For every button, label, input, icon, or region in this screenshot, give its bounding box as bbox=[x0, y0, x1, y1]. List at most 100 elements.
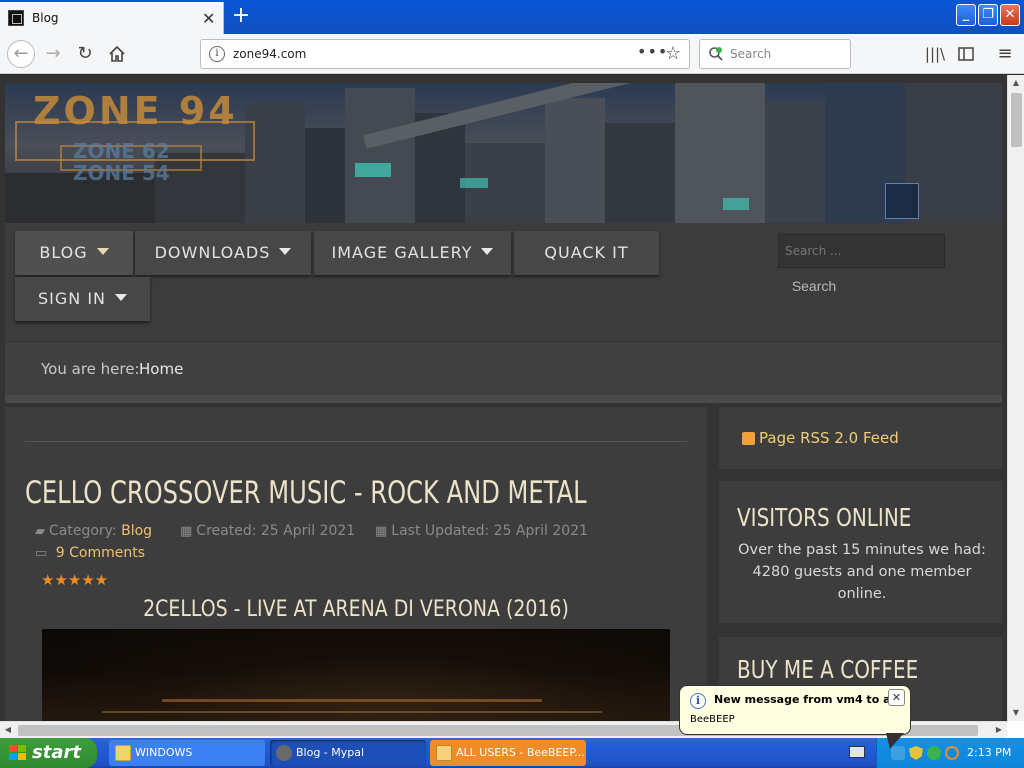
nav-item-sign-in[interactable]: SIGN IN bbox=[15, 277, 150, 321]
window-close-button[interactable]: ✕ bbox=[1000, 4, 1020, 26]
video-scene-lights bbox=[162, 699, 542, 702]
rss-icon bbox=[742, 432, 755, 445]
bookmark-star-icon[interactable]: ☆ bbox=[665, 43, 681, 64]
folder-icon bbox=[115, 745, 131, 761]
vertical-scrollbar[interactable]: ▲ ▼ bbox=[1007, 75, 1024, 721]
comment-icon: ▭ bbox=[35, 546, 48, 561]
notification-body: BeeBEEP bbox=[690, 714, 735, 725]
close-tab-icon[interactable]: ✕ bbox=[202, 9, 215, 28]
article-created: ▦ Created: 25 April 2021 bbox=[180, 523, 355, 539]
video-scene bbox=[42, 669, 670, 721]
category-label: Category: bbox=[49, 523, 117, 539]
article-category: ▰ Category: Blog bbox=[35, 523, 152, 539]
site-search-input[interactable] bbox=[778, 234, 945, 268]
banner-building bbox=[605, 123, 675, 223]
tab-blog[interactable]: Blog ✕ bbox=[0, 2, 224, 34]
shield-icon[interactable] bbox=[909, 746, 923, 760]
banner-building bbox=[305, 128, 345, 223]
video-player[interactable] bbox=[42, 629, 670, 721]
hamburger-icon: ≡ bbox=[997, 43, 1013, 64]
scroll-up-arrow-icon[interactable]: ▲ bbox=[1008, 75, 1024, 91]
keyboard-icon[interactable] bbox=[849, 746, 865, 758]
calendar-icon: ▦ bbox=[180, 524, 193, 539]
banner-sign bbox=[355, 163, 391, 177]
rating-stars[interactable]: ★★★★★ bbox=[41, 571, 108, 589]
tab-title: Blog bbox=[32, 11, 59, 25]
url-text[interactable]: zone94.com bbox=[233, 47, 306, 61]
window-minimize-button[interactable]: _ bbox=[956, 4, 976, 26]
rss-feed-link[interactable]: Page RSS 2.0 Feed bbox=[759, 429, 899, 447]
scroll-down-arrow-icon[interactable]: ▼ bbox=[1008, 705, 1024, 721]
nav-item-label: IMAGE GALLERY bbox=[331, 243, 473, 262]
reload-button[interactable]: ↻ bbox=[72, 41, 98, 67]
forward-button[interactable]: → bbox=[40, 41, 66, 67]
search-engine-icon[interactable] bbox=[708, 46, 724, 62]
taskbar: start WINDOWS Blog - Mypal ALL USERS - B… bbox=[0, 738, 1024, 768]
visitors-title: VISITORS ONLINE bbox=[737, 503, 912, 532]
caret-down-icon bbox=[279, 248, 292, 255]
page-viewport: ZONE 94 ZONE 62 ZONE 54 BLOG DOWNLOADS I… bbox=[0, 75, 1007, 721]
visitors-text: Over the past 15 minutes we had: 4280 gu… bbox=[738, 542, 986, 602]
banner-sign bbox=[460, 178, 488, 188]
task-beebeep[interactable]: ALL USERS - BeeBEEP... bbox=[430, 740, 586, 766]
chat-icon bbox=[436, 745, 452, 761]
page-actions-icon[interactable]: ••• bbox=[637, 42, 668, 61]
address-bar[interactable]: i zone94.com ••• ☆ bbox=[200, 39, 690, 69]
banner-building bbox=[765, 103, 825, 223]
browser-search-box[interactable] bbox=[699, 39, 851, 69]
site-search-button[interactable]: Search bbox=[778, 269, 850, 303]
window-restore-button[interactable]: ❐ bbox=[978, 4, 998, 26]
sidebar-toggle-button[interactable] bbox=[953, 41, 979, 67]
video-title: 2CELLOS - LIVE AT ARENA DI VERONA (2016) bbox=[143, 597, 569, 622]
task-blog-mypal[interactable]: Blog - Mypal bbox=[270, 740, 426, 766]
nav-item-blog[interactable]: BLOG bbox=[15, 231, 133, 275]
scroll-left-arrow-icon[interactable]: ◀ bbox=[0, 722, 16, 738]
library-button[interactable]: |||\ bbox=[922, 41, 948, 67]
browser-search-input[interactable] bbox=[730, 40, 846, 68]
menu-button[interactable]: ≡ bbox=[992, 41, 1018, 67]
notification-close-button[interactable]: ✕ bbox=[888, 689, 905, 706]
clock[interactable]: 2:13 PM bbox=[967, 738, 1011, 768]
library-icon: |||\ bbox=[924, 45, 946, 63]
calendar-icon: ▦ bbox=[375, 524, 388, 539]
info-icon[interactable]: i bbox=[209, 46, 225, 62]
banner-screen bbox=[885, 183, 919, 219]
minimize-icon: _ bbox=[962, 7, 970, 22]
nav-item-image-gallery[interactable]: IMAGE GALLERY bbox=[314, 231, 511, 275]
site-logo[interactable]: ZONE 94 bbox=[33, 89, 238, 133]
caret-down-icon bbox=[96, 248, 109, 255]
restore-icon: ❐ bbox=[982, 7, 994, 22]
breadcrumb: You are here: Home bbox=[5, 341, 1002, 395]
article: CELLO CROSSOVER MUSIC - ROCK AND METAL ▰… bbox=[5, 407, 707, 721]
tab-strip: Blog ✕ + _ ❐ ✕ bbox=[0, 0, 1024, 34]
new-tab-button[interactable]: + bbox=[228, 4, 254, 30]
article-title[interactable]: CELLO CROSSOVER MUSIC - ROCK AND METAL bbox=[25, 475, 587, 511]
sidebar-icon bbox=[958, 47, 974, 61]
nav-item-downloads[interactable]: DOWNLOADS bbox=[135, 231, 311, 275]
task-label: Blog - Mypal bbox=[296, 746, 365, 759]
notification-balloon[interactable]: i New message from vm4 to all BeeBEEP ✕ bbox=[679, 685, 911, 735]
article-updated: ▦ Last Updated: 25 April 2021 bbox=[375, 523, 588, 539]
category-link[interactable]: Blog bbox=[121, 523, 152, 539]
home-button[interactable] bbox=[104, 41, 130, 67]
article-comments: ▭ 9 Comments bbox=[35, 545, 145, 561]
logo-subtitle: ZONE 54 bbox=[73, 161, 170, 185]
nav-item-label: QUACK IT bbox=[544, 243, 629, 262]
search-icon[interactable] bbox=[945, 746, 959, 760]
info-icon: i bbox=[690, 693, 706, 709]
vertical-scroll-thumb[interactable] bbox=[1011, 93, 1022, 147]
update-icon[interactable] bbox=[927, 746, 941, 760]
task-windows[interactable]: WINDOWS bbox=[109, 740, 265, 766]
nav-item-quack-it[interactable]: QUACK IT bbox=[514, 231, 659, 275]
visitors-module: VISITORS ONLINE Over the past 15 minutes… bbox=[719, 481, 1002, 623]
start-button[interactable]: start bbox=[0, 738, 97, 768]
reload-icon: ↻ bbox=[77, 43, 93, 64]
scroll-right-arrow-icon[interactable]: ▶ bbox=[991, 722, 1007, 738]
banner-building bbox=[675, 83, 765, 223]
comments-link[interactable]: 9 Comments bbox=[56, 545, 145, 561]
back-button[interactable]: ← bbox=[7, 40, 35, 68]
breadcrumb-current: Home bbox=[139, 360, 184, 378]
logo-subtitle: ZONE 62 bbox=[73, 139, 170, 163]
task-label: ALL USERS - BeeBEEP... bbox=[456, 746, 585, 759]
navigation-toolbar: ← → ↻ i zone94.com ••• ☆ |||\ ≡ bbox=[0, 34, 1024, 74]
